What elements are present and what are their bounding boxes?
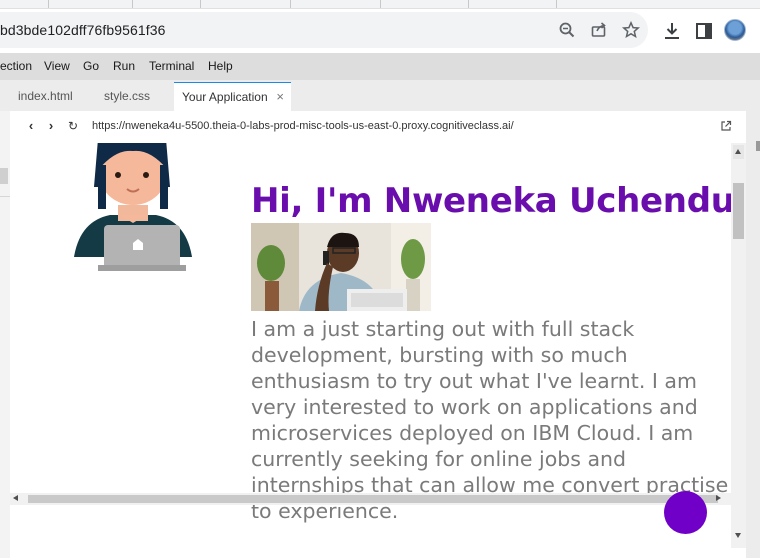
side-panel-icon[interactable] <box>694 21 714 41</box>
divider <box>0 196 10 197</box>
tab-style-css[interactable]: style.css <box>94 82 170 111</box>
menu-bar: ection View Go Run Terminal Help <box>0 53 760 80</box>
tab-divider <box>200 0 201 8</box>
panel-marker <box>756 141 760 151</box>
horizontal-scrollbar[interactable] <box>10 493 746 505</box>
menu-terminal[interactable]: Terminal <box>149 59 194 73</box>
menu-selection[interactable]: ection <box>0 59 32 73</box>
side-panel-edge <box>0 111 10 558</box>
tab-divider <box>48 0 49 8</box>
panel-marker <box>0 168 8 184</box>
back-button[interactable]: ‹ <box>24 119 38 133</box>
developer-illustration <box>74 143 192 271</box>
tab-label: index.html <box>18 89 73 103</box>
ide-window: ection View Go Run Terminal Help index.h… <box>0 53 760 558</box>
tab-label: style.css <box>104 89 151 103</box>
tab-index-html[interactable]: index.html <box>8 82 90 111</box>
menu-help[interactable]: Help <box>208 59 233 73</box>
menu-view[interactable]: View <box>44 59 70 73</box>
scroll-left-icon[interactable] <box>13 495 18 501</box>
tab-your-application[interactable]: Your Application × <box>174 82 291 111</box>
page-viewport: Hi, I'm Nweneka Uchendu! I am a just sta… <box>10 143 731 548</box>
tab-divider <box>290 0 291 8</box>
scroll-right-icon[interactable] <box>716 495 721 501</box>
mini-browser-url[interactable]: https://nweneka4u-5500.theia-0-labs-prod… <box>92 120 514 132</box>
reload-button[interactable]: ↻ <box>66 119 80 133</box>
vertical-scrollbar[interactable] <box>731 143 746 548</box>
menu-go[interactable]: Go <box>83 59 99 73</box>
scroll-down-icon[interactable] <box>735 533 741 538</box>
address-bar-url[interactable]: bd3bde102dff76fb9561f36 <box>0 22 166 38</box>
browser-tab-strip <box>0 0 760 9</box>
tab-divider <box>132 0 133 8</box>
share-icon[interactable] <box>590 21 608 39</box>
page-heading: Hi, I'm Nweneka Uchendu! <box>251 181 731 221</box>
scrollbar-thumb[interactable] <box>733 183 744 239</box>
tab-divider <box>556 0 557 8</box>
open-external-icon[interactable] <box>720 120 732 132</box>
tab-label: Your Application <box>182 90 268 104</box>
bookmark-star-icon[interactable] <box>622 21 640 39</box>
floating-action-button[interactable] <box>664 491 707 534</box>
scroll-up-icon[interactable] <box>733 145 744 159</box>
editor-tab-bar: index.html style.css Your Application × <box>0 80 760 111</box>
zoom-icon[interactable] <box>558 21 576 39</box>
close-icon[interactable]: × <box>276 89 284 104</box>
mini-browser: ‹ › ↻ https://nweneka4u-5500.theia-0-lab… <box>10 111 746 558</box>
mini-browser-toolbar: ‹ › ↻ https://nweneka4u-5500.theia-0-lab… <box>10 111 746 143</box>
tab-divider <box>380 0 381 8</box>
tab-divider <box>468 0 469 8</box>
menu-run[interactable]: Run <box>113 59 135 73</box>
browser-toolbar: bd3bde102dff76fb9561f36 <box>0 9 760 53</box>
forward-button[interactable]: › <box>44 119 58 133</box>
right-panel-edge <box>746 111 760 558</box>
scrollbar-thumb[interactable] <box>28 495 718 503</box>
profile-avatar[interactable] <box>724 19 746 41</box>
download-icon[interactable] <box>662 21 682 41</box>
profile-photo <box>251 223 431 311</box>
address-bar[interactable]: bd3bde102dff76fb9561f36 <box>0 12 648 48</box>
